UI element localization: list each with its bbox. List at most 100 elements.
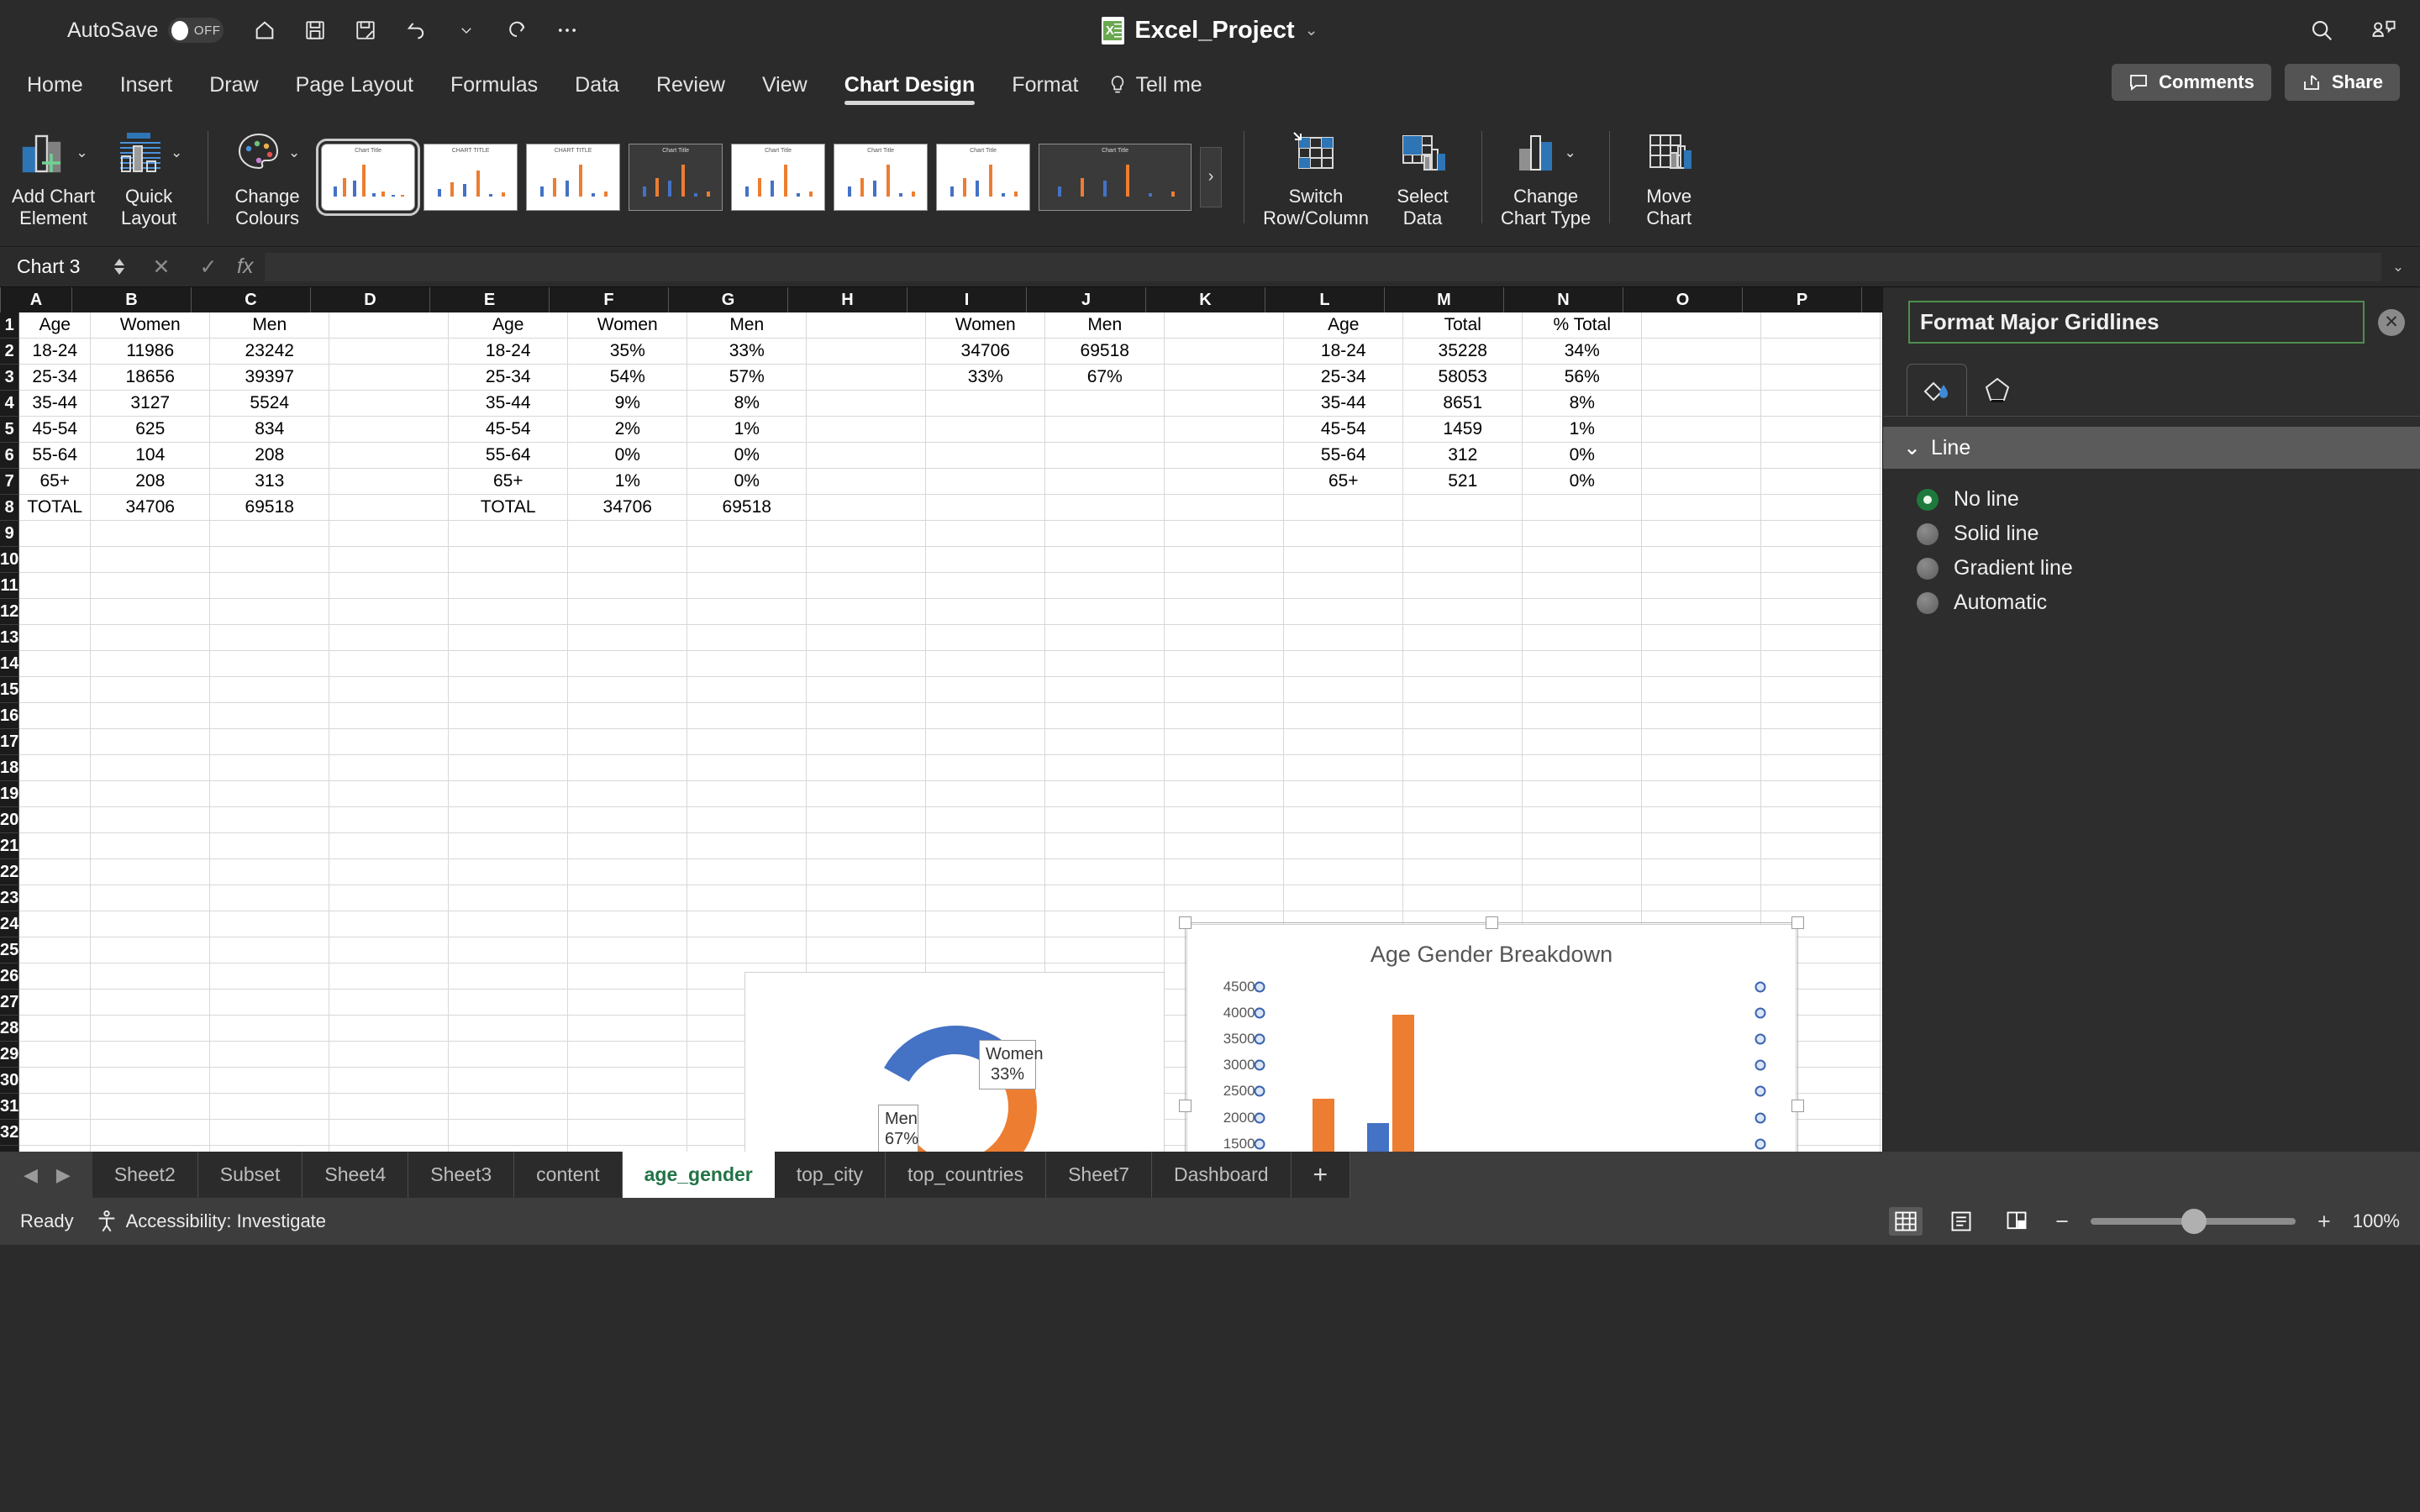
cell-E10[interactable]: [449, 547, 569, 573]
column-header-K[interactable]: K: [1146, 287, 1265, 312]
cell-J17[interactable]: [1045, 729, 1165, 755]
cell-F19[interactable]: [568, 781, 688, 807]
cell-H19[interactable]: [807, 781, 927, 807]
cell-C19[interactable]: [210, 781, 330, 807]
cell-F9[interactable]: [568, 521, 688, 547]
autosave-switch[interactable]: OFF: [168, 18, 224, 43]
cell-C18[interactable]: [210, 755, 330, 781]
column-header-E[interactable]: E: [430, 287, 550, 312]
row-header-25[interactable]: 25: [0, 937, 20, 963]
cell-L1[interactable]: Age: [1284, 312, 1404, 339]
cell-C26[interactable]: [210, 963, 330, 990]
more-commands-icon[interactable]: [553, 16, 581, 45]
cell-F17[interactable]: [568, 729, 688, 755]
cell-C1[interactable]: Men: [210, 312, 330, 339]
cell-H2[interactable]: [807, 339, 927, 365]
cell-I21[interactable]: [926, 833, 1046, 859]
cell-I3[interactable]: 33%: [926, 365, 1046, 391]
sheet-tab-top_city[interactable]: top_city: [775, 1152, 886, 1198]
cell-O3[interactable]: [1642, 365, 1762, 391]
select-data-button[interactable]: Select Data: [1376, 125, 1470, 228]
cell-E3[interactable]: 25-34: [449, 365, 569, 391]
cell-H10[interactable]: [807, 547, 927, 573]
cell-G17[interactable]: [687, 729, 808, 755]
cell-A24[interactable]: [19, 911, 92, 937]
column-header-P[interactable]: P: [1743, 287, 1862, 312]
cell-K11[interactable]: [1165, 573, 1285, 599]
cell-L14[interactable]: [1284, 651, 1404, 677]
cell-D3[interactable]: [329, 365, 450, 391]
cell-M20[interactable]: [1403, 807, 1523, 833]
cell-L21[interactable]: [1284, 833, 1404, 859]
change-chart-type-button[interactable]: ⌄ Change Chart Type: [1494, 125, 1597, 228]
cell-F3[interactable]: 54%: [568, 365, 688, 391]
cell-O19[interactable]: [1642, 781, 1762, 807]
bar-group-45-54[interactable]: 45-54: [1510, 985, 1590, 1152]
cell-A2[interactable]: 18-24: [19, 339, 92, 365]
cell-P17[interactable]: [1761, 729, 1881, 755]
tab-page-layout[interactable]: Page Layout: [277, 73, 432, 108]
row-header-12[interactable]: 12: [0, 599, 20, 625]
chart-style-thumb-1[interactable]: Chart Title: [316, 138, 421, 216]
gridline-handle[interactable]: [1754, 1007, 1766, 1019]
cell-C21[interactable]: [210, 833, 330, 859]
enter-formula-button[interactable]: ✓: [185, 255, 232, 280]
cell-J18[interactable]: [1045, 755, 1165, 781]
cell-M11[interactable]: [1403, 573, 1523, 599]
cell-B18[interactable]: [91, 755, 211, 781]
cell-I20[interactable]: [926, 807, 1046, 833]
page-layout-icon[interactable]: [1944, 1207, 1978, 1236]
cell-A11[interactable]: [19, 573, 92, 599]
cell-O15[interactable]: [1642, 677, 1762, 703]
cell-E5[interactable]: 45-54: [449, 417, 569, 443]
cell-G24[interactable]: [687, 911, 808, 937]
cell-A12[interactable]: [19, 599, 92, 625]
cell-A17[interactable]: [19, 729, 92, 755]
cell-M13[interactable]: [1403, 625, 1523, 651]
cell-J16[interactable]: [1045, 703, 1165, 729]
cell-P5[interactable]: [1761, 417, 1881, 443]
cell-K6[interactable]: [1165, 443, 1285, 469]
cell-O6[interactable]: [1642, 443, 1762, 469]
cell-G13[interactable]: [687, 625, 808, 651]
cell-F5[interactable]: 2%: [568, 417, 688, 443]
radio-solid-line[interactable]: Solid line: [1917, 522, 2420, 546]
cell-L16[interactable]: [1284, 703, 1404, 729]
cell-I14[interactable]: [926, 651, 1046, 677]
cell-E4[interactable]: 35-44: [449, 391, 569, 417]
cell-O7[interactable]: [1642, 469, 1762, 495]
row-header-4[interactable]: 4: [0, 391, 20, 417]
cell-C24[interactable]: [210, 911, 330, 937]
tab-chart-design[interactable]: Chart Design: [826, 73, 994, 108]
cell-M6[interactable]: 312: [1403, 443, 1523, 469]
cell-I4[interactable]: [926, 391, 1046, 417]
cell-B9[interactable]: [91, 521, 211, 547]
cell-N20[interactable]: [1523, 807, 1643, 833]
cell-I17[interactable]: [926, 729, 1046, 755]
cell-J3[interactable]: 67%: [1045, 365, 1165, 391]
cell-C14[interactable]: [210, 651, 330, 677]
cell-N4[interactable]: 8%: [1523, 391, 1643, 417]
cell-I5[interactable]: [926, 417, 1046, 443]
column-header-F[interactable]: F: [550, 287, 669, 312]
cell-D24[interactable]: [329, 911, 450, 937]
cell-K23[interactable]: [1165, 885, 1285, 911]
cell-E2[interactable]: 18-24: [449, 339, 569, 365]
cell-B8[interactable]: 34706: [91, 495, 211, 521]
cell-C12[interactable]: [210, 599, 330, 625]
cell-O18[interactable]: [1642, 755, 1762, 781]
cell-L15[interactable]: [1284, 677, 1404, 703]
cell-B29[interactable]: [91, 1042, 211, 1068]
cell-E32[interactable]: [449, 1120, 569, 1146]
cell-M14[interactable]: [1403, 651, 1523, 677]
cell-H21[interactable]: [807, 833, 927, 859]
cell-J23[interactable]: [1045, 885, 1165, 911]
cell-D9[interactable]: [329, 521, 450, 547]
cell-C16[interactable]: [210, 703, 330, 729]
cell-J8[interactable]: [1045, 495, 1165, 521]
cell-I18[interactable]: [926, 755, 1046, 781]
cell-C2[interactable]: 23242: [210, 339, 330, 365]
cell-C31[interactable]: [210, 1094, 330, 1120]
cell-I11[interactable]: [926, 573, 1046, 599]
cell-P15[interactable]: [1761, 677, 1881, 703]
